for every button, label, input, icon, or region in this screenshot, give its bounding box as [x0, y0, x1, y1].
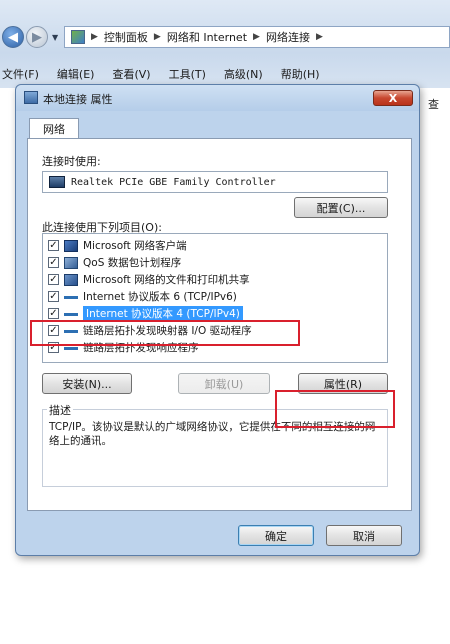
uninstall-button[interactable]: 卸载(U) — [178, 373, 270, 394]
item-label: QoS 数据包计划程序 — [83, 257, 182, 269]
menu-file[interactable]: 文件(F) — [2, 66, 39, 82]
description-label: 描述 — [47, 402, 73, 418]
list-item[interactable]: ✓ 链路层拓扑发现响应程序 — [43, 339, 387, 356]
list-item[interactable]: ✓ Microsoft 网络的文件和打印机共享 — [43, 271, 387, 288]
list-item[interactable]: ✓ QoS 数据包计划程序 — [43, 254, 387, 271]
list-item[interactable]: ✓ 链路层拓扑发现映射器 I/O 驱动程序 — [43, 322, 387, 339]
checkbox-checked-icon[interactable]: ✓ — [48, 257, 59, 268]
menu-bar: 文件(F) 编辑(E) 查看(V) 工具(T) 高级(N) 帮助(H) — [0, 64, 450, 84]
close-button[interactable]: X — [373, 90, 413, 106]
address-bar[interactable]: ▶ 控制面板 ▶ 网络和 Internet ▶ 网络连接 ▶ — [64, 26, 450, 48]
dialog-title: 本地连接 属性 — [43, 93, 113, 106]
description-group: 描述 TCP/IP。该协议是默认的广域网络协议，它提供在不同的相互连接的网络上的… — [42, 402, 388, 487]
network-connection-icon — [24, 91, 38, 104]
breadcrumb-network-internet[interactable]: 网络和 Internet — [167, 29, 247, 45]
explorer-toolbar: ◀ ▶ ▼ ▶ 控制面板 ▶ 网络和 Internet ▶ 网络连接 ▶ 文件(… — [0, 0, 450, 88]
connect-using-label: 连接时使用: — [42, 155, 101, 168]
dialog-title-bar[interactable]: 本地连接 属性 X — [16, 85, 419, 111]
install-button[interactable]: 安装(N)... — [42, 373, 132, 394]
list-item[interactable]: ✓ Microsoft 网络客户端 — [43, 237, 387, 254]
back-arrow-icon[interactable]: ◀ — [2, 26, 24, 48]
checkbox-checked-icon[interactable]: ✓ — [48, 308, 59, 319]
protocol-icon — [64, 296, 78, 299]
network-client-icon — [64, 239, 78, 252]
breadcrumb-control-panel[interactable]: 控制面板 — [104, 29, 148, 45]
item-label: 链路层拓扑发现映射器 I/O 驱动程序 — [83, 325, 252, 337]
networking-tab-panel: 连接时使用: Realtek PCIe GBE Family Controlle… — [27, 138, 412, 511]
protocol-icon — [64, 330, 78, 333]
list-item[interactable]: ✓ Internet 协议版本 6 (TCP/IPv6) — [43, 288, 387, 305]
control-panel-icon — [71, 30, 85, 44]
menu-view[interactable]: 查看(V) — [112, 66, 150, 82]
breadcrumb-separator-icon[interactable]: ▶ — [316, 32, 323, 42]
menu-edit[interactable]: 编辑(E) — [57, 66, 95, 82]
item-label: Microsoft 网络的文件和打印机共享 — [83, 274, 250, 286]
checkbox-checked-icon[interactable]: ✓ — [48, 274, 59, 285]
ok-button[interactable]: 确定 — [238, 525, 314, 546]
qos-icon — [64, 256, 78, 269]
connection-items-list[interactable]: ✓ Microsoft 网络客户端 ✓ QoS 数据包计划程序 ✓ Micros… — [42, 233, 388, 363]
item-label: Internet 协议版本 4 (TCP/IPv4) — [83, 306, 243, 321]
item-label: Microsoft 网络客户端 — [83, 240, 187, 252]
properties-button[interactable]: 属性(R) — [298, 373, 388, 394]
local-connection-properties-dialog: 本地连接 属性 X 网络 连接时使用: Realtek PCIe GBE Fam… — [15, 84, 420, 556]
list-item-selected[interactable]: ✓ Internet 协议版本 4 (TCP/IPv4) — [43, 305, 387, 322]
checkbox-checked-icon[interactable]: ✓ — [48, 342, 59, 353]
description-text: TCP/IP。该协议是默认的广域网络协议，它提供在不同的相互连接的网络上的通讯。 — [49, 421, 376, 447]
checkbox-checked-icon[interactable]: ✓ — [48, 325, 59, 336]
adapter-field: Realtek PCIe GBE Family Controller — [42, 171, 388, 193]
adapter-name: Realtek PCIe GBE Family Controller — [71, 176, 276, 188]
breadcrumb-separator-icon[interactable]: ▶ — [91, 32, 98, 42]
checkbox-checked-icon[interactable]: ✓ — [48, 291, 59, 302]
toolbar-view-truncated[interactable]: 查 — [428, 96, 439, 112]
breadcrumb-separator-icon[interactable]: ▶ — [154, 32, 161, 42]
protocol-icon — [64, 313, 78, 316]
breadcrumb-separator-icon[interactable]: ▶ — [253, 32, 260, 42]
network-adapter-icon — [49, 176, 65, 188]
forward-arrow-icon[interactable]: ▶ — [26, 26, 48, 48]
tab-networking[interactable]: 网络 — [29, 118, 79, 139]
checkbox-checked-icon[interactable]: ✓ — [48, 240, 59, 251]
history-dropdown-icon[interactable]: ▼ — [52, 33, 58, 42]
protocol-icon — [64, 347, 78, 350]
menu-help[interactable]: 帮助(H) — [281, 66, 320, 82]
configure-button[interactable]: 配置(C)... — [294, 197, 388, 218]
menu-advanced[interactable]: 高级(N) — [224, 66, 263, 82]
item-label: 链路层拓扑发现响应程序 — [83, 342, 199, 354]
cancel-button[interactable]: 取消 — [326, 525, 402, 546]
item-label: Internet 协议版本 6 (TCP/IPv6) — [83, 291, 237, 303]
breadcrumb-network-connections[interactable]: 网络连接 — [266, 29, 310, 45]
file-printer-sharing-icon — [64, 273, 78, 286]
menu-tools[interactable]: 工具(T) — [169, 66, 206, 82]
